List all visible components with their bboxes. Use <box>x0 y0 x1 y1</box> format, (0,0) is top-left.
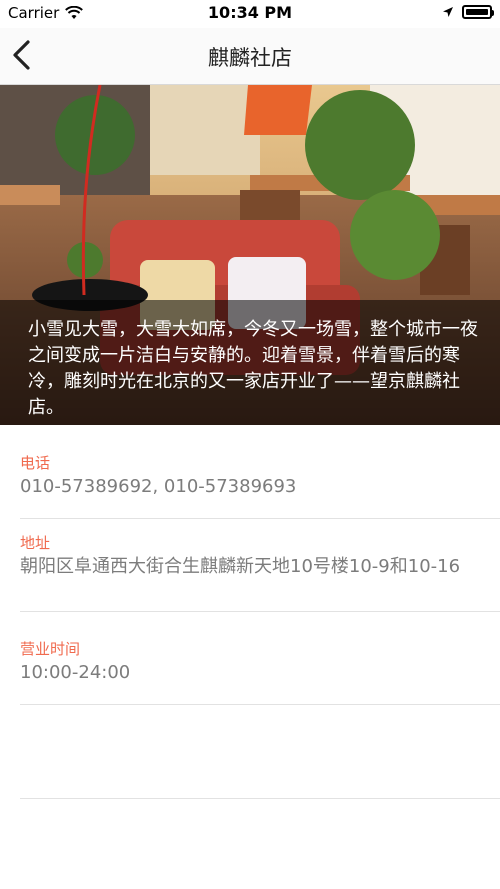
page-title: 麒麟社店 <box>208 46 292 70</box>
location-arrow-icon <box>443 7 453 17</box>
status-right <box>442 5 494 19</box>
address-label: 地址 <box>20 534 51 552</box>
battery-icon <box>462 5 494 19</box>
store-description: 小雪见大雪，大雪大如席，今冬又一场雪，整个城市一夜之间变成一片洁白与安静的。迎着… <box>28 319 478 418</box>
nav-bar: 麒麟社店 <box>0 28 500 85</box>
phone-section: 电话 010-57389692, 010-57389693 <box>20 452 500 519</box>
store-photo: 小雪见大雪，大雪大如席，今冬又一场雪，整个城市一夜之间变成一片洁白与安静的。迎着… <box>0 85 500 425</box>
phone-value[interactable]: 010-57389692, 010-57389693 <box>20 475 500 498</box>
empty-section <box>20 704 500 799</box>
address-section: 地址 朝阳区阜通西大街合生麒麟新天地10号楼10-9和10-16 <box>20 532 500 612</box>
phone-label: 电话 <box>20 454 51 472</box>
status-time: 10:34 PM <box>207 3 293 22</box>
address-value: 朝阳区阜通西大街合生麒麟新天地10号楼10-9和10-16 <box>20 556 461 577</box>
hours-value: 10:00-24:00 <box>20 662 131 683</box>
hours-label: 营业时间 <box>20 640 81 658</box>
hours-section: 营业时间 10:00-24:00 <box>20 638 500 705</box>
status-bar: Carrier 10:34 PM <box>0 0 500 28</box>
